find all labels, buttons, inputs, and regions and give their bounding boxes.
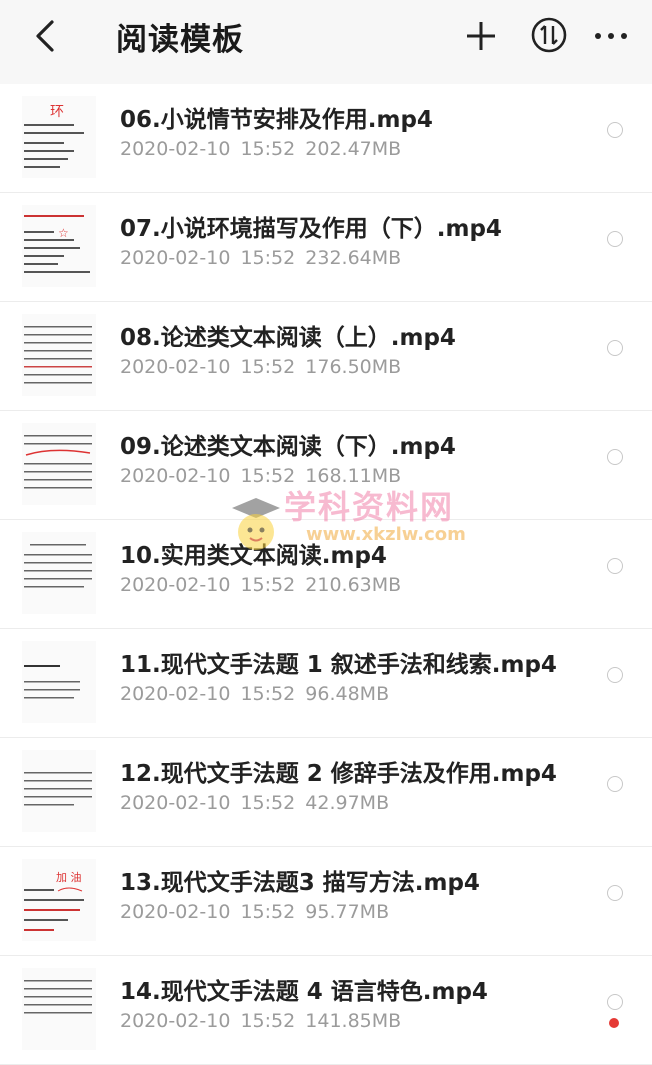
video-thumbnail: 加 油 — [22, 859, 96, 941]
select-radio[interactable] — [607, 449, 623, 465]
page-title: 阅读模板 — [116, 22, 244, 58]
file-meta: 2020-02-10 15:52 232.64MB — [120, 247, 402, 269]
more-options-icon[interactable] — [593, 20, 629, 52]
file-name: 12.现代文手法题 2 修辞手法及作用.mp4 — [120, 761, 557, 787]
file-name: 11.现代文手法题 1 叙述手法和线索.mp4 — [120, 652, 557, 678]
file-meta: 2020-02-10 15:52 202.47MB — [120, 138, 402, 160]
file-name: 07.小说环境描写及作用（下）.mp4 — [120, 216, 502, 242]
file-row[interactable]: 10.实用类文本阅读.mp4 2020-02-10 15:52 210.63MB — [0, 520, 652, 629]
file-meta: 2020-02-10 15:52 42.97MB — [120, 792, 390, 814]
file-row[interactable]: 08.论述类文本阅读（上）.mp4 2020-02-10 15:52 176.5… — [0, 302, 652, 411]
file-meta: 2020-02-10 15:52 141.85MB — [120, 1010, 402, 1032]
file-meta: 2020-02-10 15:52 96.48MB — [120, 683, 390, 705]
file-row[interactable]: 加 油 13.现代文手法题3 描写方法.mp4 2020-02-10 15:52… — [0, 847, 652, 956]
video-thumbnail: 环 — [22, 96, 96, 178]
svg-text:☆: ☆ — [58, 226, 69, 240]
file-meta: 2020-02-10 15:52 95.77MB — [120, 901, 390, 923]
video-thumbnail — [22, 750, 96, 832]
svg-text:环: 环 — [50, 104, 64, 120]
file-row[interactable]: ☆ 07.小说环境描写及作用（下）.mp4 2020-02-10 15:52 2… — [0, 193, 652, 302]
video-thumbnail — [22, 641, 96, 723]
file-name: 06.小说情节安排及作用.mp4 — [120, 107, 433, 133]
indicator-dot — [609, 1018, 619, 1028]
video-thumbnail — [22, 314, 96, 396]
file-name: 10.实用类文本阅读.mp4 — [120, 543, 387, 569]
select-radio[interactable] — [607, 776, 623, 792]
video-thumbnail — [22, 423, 96, 505]
video-thumbnail: ☆ — [22, 205, 96, 287]
file-name: 09.论述类文本阅读（下）.mp4 — [120, 434, 456, 460]
file-row[interactable]: 11.现代文手法题 1 叙述手法和线索.mp4 2020-02-10 15:52… — [0, 629, 652, 738]
video-thumbnail — [22, 532, 96, 614]
select-radio[interactable] — [607, 558, 623, 574]
file-row[interactable]: 14.现代文手法题 4 语言特色.mp4 2020-02-10 15:52 14… — [0, 956, 652, 1065]
select-radio[interactable] — [607, 231, 623, 247]
select-radio[interactable] — [607, 885, 623, 901]
top-app-bar: 阅读模板 — [0, 0, 652, 84]
select-radio[interactable] — [607, 122, 623, 138]
add-icon[interactable] — [462, 17, 500, 55]
file-meta: 2020-02-10 15:52 210.63MB — [120, 574, 402, 596]
video-thumbnail — [22, 968, 96, 1050]
file-row[interactable]: 12.现代文手法题 2 修辞手法及作用.mp4 2020-02-10 15:52… — [0, 738, 652, 847]
file-name: 14.现代文手法题 4 语言特色.mp4 — [120, 979, 488, 1005]
file-row[interactable]: 环 06.小说情节安排及作用.mp4 2020-02-10 15:52 202.… — [0, 84, 652, 193]
file-name: 13.现代文手法题3 描写方法.mp4 — [120, 870, 480, 896]
select-radio[interactable] — [607, 667, 623, 683]
file-meta: 2020-02-10 15:52 176.50MB — [120, 356, 402, 378]
file-name: 08.论述类文本阅读（上）.mp4 — [120, 325, 456, 351]
svg-text:加 油: 加 油 — [56, 870, 82, 884]
select-radio[interactable] — [607, 994, 623, 1010]
file-row[interactable]: 09.论述类文本阅读（下）.mp4 2020-02-10 15:52 168.1… — [0, 411, 652, 520]
select-radio[interactable] — [607, 340, 623, 356]
sort-icon[interactable] — [530, 16, 568, 54]
back-arrow-icon[interactable] — [28, 16, 68, 56]
file-meta: 2020-02-10 15:52 168.11MB — [120, 465, 402, 487]
file-list: 环 06.小说情节安排及作用.mp4 2020-02-10 15:52 202.… — [0, 84, 652, 1065]
